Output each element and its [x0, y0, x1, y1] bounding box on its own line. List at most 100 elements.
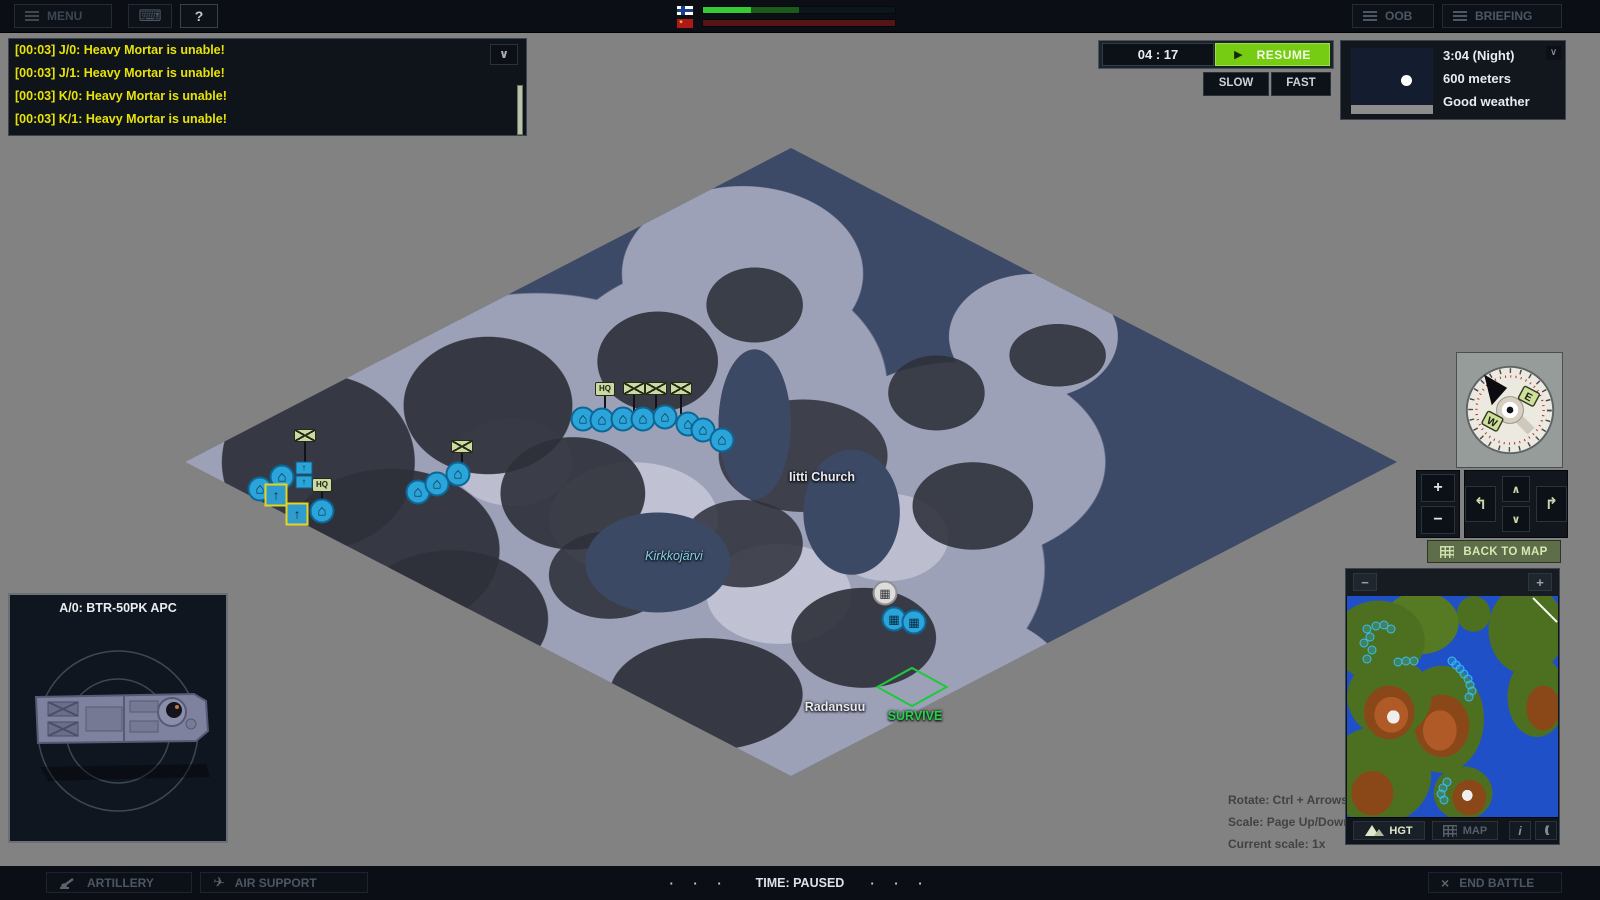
artillery-button[interactable]: ARTILLERY	[46, 872, 192, 893]
hq-tag[interactable]: HQ	[312, 478, 332, 492]
oob-button[interactable]: OOB	[1352, 4, 1434, 28]
minimap-view-indicator	[1532, 597, 1557, 622]
conditions-collapse-button[interactable]: ∨	[1546, 46, 1561, 60]
grid-icon	[1440, 546, 1454, 558]
unit-bridge[interactable]: ▦	[873, 581, 898, 606]
close-icon: ×	[1441, 875, 1449, 891]
visibility: 600 meters	[1443, 67, 1530, 90]
map-label: SURVIVE	[888, 709, 943, 723]
menu-button[interactable]: MENU	[14, 4, 112, 28]
map-hint: Current scale: 1x	[1228, 833, 1351, 855]
infantry-tag[interactable]	[451, 440, 473, 453]
oob-icon	[1363, 11, 1377, 21]
soviet-bar-dim	[703, 20, 895, 26]
back-to-map-button[interactable]: BACK TO MAP	[1427, 540, 1561, 563]
message-list: [00:03] J/0: Heavy Mortar is unable![00:…	[9, 39, 526, 131]
unit-apc[interactable]: ⌂	[446, 462, 471, 487]
log-message: [00:03] J/1: Heavy Mortar is unable!	[9, 62, 526, 85]
ground-strip	[1351, 105, 1433, 114]
resume-label: RESUME	[1257, 48, 1311, 62]
artillery-label: ARTILLERY	[87, 876, 154, 890]
minimap-panel: − + HGT MAP i ((	[1345, 568, 1560, 845]
map-label: Kirkkojärvi	[645, 549, 703, 563]
log-collapse-button[interactable]: ∨	[490, 44, 518, 65]
minimap-canvas[interactable]	[1347, 596, 1558, 820]
keyboard-shortcuts-button[interactable]: ⌨	[128, 4, 172, 28]
weather-status: Good weather	[1443, 90, 1530, 113]
help-label: ?	[195, 8, 204, 24]
resume-button[interactable]: ▶ RESUME	[1215, 43, 1330, 66]
minimap-hgt-button[interactable]: HGT	[1353, 821, 1425, 840]
time-control-panel: 04 : 17 ▶ RESUME	[1098, 40, 1334, 69]
battle-map[interactable]	[185, 148, 1397, 776]
infantry-tag[interactable]	[294, 429, 316, 442]
fast-button[interactable]: FAST	[1271, 72, 1331, 96]
conditions-text: 3:04 (Night) 600 meters Good weather	[1443, 44, 1530, 113]
compass-panel: E W	[1456, 352, 1563, 468]
map-label: MAP	[1463, 825, 1487, 837]
game-screen: HQHQ⌂⌂⌂⌂⌂⌂⌂⌂⌂⌂⌂⌂⌂⌂↑↑↑↑▦▦▦Iitti ChurchKir…	[0, 0, 1600, 900]
unit-msq[interactable]: ↑	[286, 503, 309, 526]
minimap-unit-dot	[1360, 639, 1369, 648]
pitch-up-button[interactable]: ∧	[1502, 476, 1530, 502]
soviet-flag-icon	[676, 18, 694, 29]
map-grid-icon	[1443, 825, 1457, 837]
rotate-left-button[interactable]: ↰	[1465, 486, 1496, 522]
infantry-tag[interactable]	[670, 382, 692, 395]
keyboard-icon: ⌨	[138, 6, 161, 26]
play-icon: ▶	[1234, 48, 1242, 61]
unit-apc[interactable]: ⌂	[310, 499, 335, 524]
minimap-unit-dot	[1440, 796, 1449, 805]
oob-label: OOB	[1385, 9, 1412, 23]
rotate-right-button[interactable]: ↱	[1536, 486, 1567, 522]
air-support-button[interactable]: ✈ AIR SUPPORT	[200, 872, 368, 893]
minimap-map-button[interactable]: MAP	[1432, 821, 1498, 840]
unit-top-view	[10, 609, 226, 839]
minimap-unit-dot	[1410, 657, 1419, 666]
hq-tag[interactable]: HQ	[595, 382, 615, 396]
finland-row	[676, 4, 906, 16]
time-status-label: TIME: PAUSED	[756, 876, 845, 890]
end-battle-button[interactable]: × END BATTLE	[1428, 872, 1562, 893]
minimap-footer: HGT MAP i ((	[1346, 817, 1559, 844]
minimap-info-button[interactable]: i	[1509, 821, 1531, 840]
infantry-tag[interactable]	[623, 382, 645, 395]
unit-mpair[interactable]: ↑↑	[296, 462, 313, 489]
sky-preview	[1351, 48, 1433, 114]
unit-apc[interactable]: ⌂	[710, 428, 735, 453]
pitch-down-button[interactable]: ∨	[1502, 506, 1530, 532]
pitch-buttons: ∧ ∨	[1502, 476, 1530, 532]
infantry-tag[interactable]	[645, 382, 667, 395]
unit-apc[interactable]: ⌂	[653, 405, 678, 430]
unit-mortar: ↑	[296, 476, 313, 489]
log-scrollbar[interactable]	[517, 85, 523, 135]
compass[interactable]: E W	[1462, 362, 1558, 458]
slow-button[interactable]: SLOW	[1203, 72, 1269, 96]
briefing-button[interactable]: BRIEFING	[1442, 4, 1562, 28]
hamburger-icon	[25, 11, 39, 21]
view-nav-panel: ↰ ∧ ∨ ↱	[1464, 470, 1568, 538]
zoom-out-button[interactable]: −	[1421, 506, 1455, 534]
help-button[interactable]: ?	[180, 4, 218, 28]
minimap-zoom-out-button[interactable]: −	[1353, 573, 1377, 591]
bottom-bar: · · · TIME: PAUSED · · · ARTILLERY ✈ AIR…	[0, 866, 1600, 900]
unit-bridge[interactable]: ▦	[902, 610, 927, 635]
unit-mortar: ↑	[296, 462, 313, 475]
selected-unit-panel: A/0: BTR-50PK APC	[8, 593, 228, 843]
minimap-signal-button[interactable]: ((	[1535, 821, 1557, 840]
zoom-panel: + −	[1416, 470, 1460, 538]
faction-strength	[676, 4, 906, 30]
artillery-icon	[59, 876, 77, 889]
log-message: [00:03] K/0: Heavy Mortar is unable!	[9, 85, 526, 108]
message-log: [00:03] J/0: Heavy Mortar is unable![00:…	[8, 38, 527, 136]
unit-msq[interactable]: ↑	[265, 484, 288, 507]
soviet-strength-bar	[702, 19, 896, 27]
dots-right: · · ·	[870, 876, 930, 891]
minimap-zoom-in-button[interactable]: +	[1528, 573, 1552, 591]
back-to-map-label: BACK TO MAP	[1463, 546, 1547, 558]
briefing-list-icon	[1453, 11, 1467, 21]
briefing-label: BRIEFING	[1475, 9, 1532, 23]
map-label: Radansuu	[805, 700, 865, 714]
map-hint: Scale: Page Up/Down	[1228, 811, 1351, 833]
zoom-in-button[interactable]: +	[1421, 474, 1455, 502]
